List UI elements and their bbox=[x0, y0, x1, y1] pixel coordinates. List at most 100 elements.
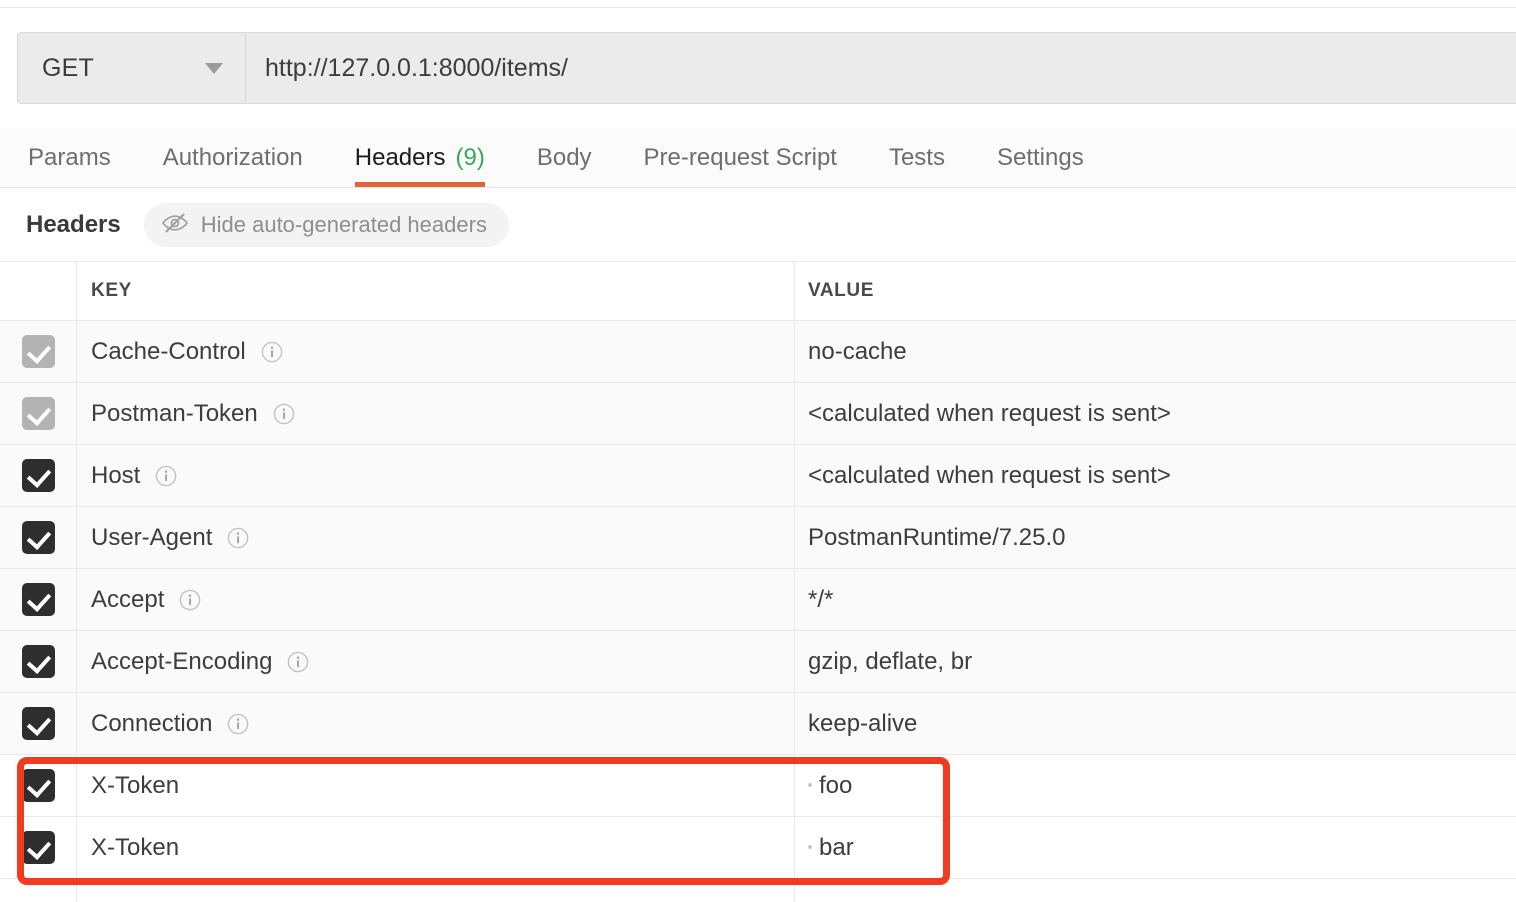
tab-params-label: Params bbox=[28, 143, 111, 171]
row-checkbox-cell bbox=[0, 321, 77, 382]
row-value-cell[interactable]: foo bbox=[795, 755, 1516, 816]
row-checkbox[interactable] bbox=[21, 831, 55, 864]
eye-off-icon bbox=[161, 213, 188, 238]
request-url-input[interactable]: http://127.0.0.1:8000/items/ bbox=[246, 33, 1516, 103]
tab-params[interactable]: Params bbox=[28, 128, 137, 187]
tab-body-label: Body bbox=[536, 143, 592, 171]
row-checkbox[interactable] bbox=[21, 521, 55, 554]
header-value-text: <calculated when request is sent> bbox=[808, 461, 1171, 489]
header-key-text: X-Token bbox=[91, 771, 180, 799]
row-checkbox[interactable] bbox=[21, 769, 55, 802]
new-row-checkbox-cell bbox=[0, 879, 77, 902]
row-checkbox[interactable] bbox=[21, 645, 55, 678]
row-checkbox-cell bbox=[0, 817, 77, 878]
table-row[interactable]: X-Token foo bbox=[0, 755, 1516, 817]
header-key-text: Connection bbox=[91, 709, 213, 737]
info-icon[interactable] bbox=[272, 402, 296, 426]
tab-authorization-label: Authorization bbox=[162, 143, 303, 171]
row-key-cell[interactable]: Accept-Encoding bbox=[77, 631, 795, 692]
table-row[interactable]: Host <calculated when request is sent> bbox=[0, 445, 1516, 507]
row-checkbox[interactable] bbox=[21, 707, 55, 740]
tab-pre-request-script[interactable]: Pre-request Script bbox=[644, 128, 863, 187]
column-header-value: VALUE bbox=[808, 280, 874, 301]
table-row[interactable]: Accept-Encoding gzip, deflate, br bbox=[0, 631, 1516, 693]
header-key-text: X-Token bbox=[91, 833, 180, 861]
table-row[interactable]: Connection keep-alive bbox=[0, 693, 1516, 755]
tab-body[interactable]: Body bbox=[537, 128, 618, 187]
leading-space-marker bbox=[808, 782, 812, 787]
info-icon[interactable] bbox=[286, 650, 310, 674]
header-key-text: User-Agent bbox=[91, 523, 213, 551]
top-divider bbox=[0, 7, 1516, 8]
row-key-cell[interactable]: User-Agent bbox=[77, 507, 795, 568]
row-checkbox-cell bbox=[0, 631, 77, 692]
request-url-bar: GET http://127.0.0.1:8000/items/ bbox=[17, 32, 1516, 104]
row-checkbox[interactable] bbox=[21, 583, 55, 616]
row-checkbox-cell bbox=[0, 569, 77, 630]
row-checkbox-cell bbox=[0, 445, 77, 506]
row-value-cell[interactable]: <calculated when request is sent> bbox=[795, 445, 1516, 506]
table-row[interactable]: User-Agent PostmanRuntime/7.25.0 bbox=[0, 507, 1516, 569]
row-checkbox[interactable] bbox=[21, 459, 55, 492]
header-key-text: Host bbox=[91, 461, 141, 489]
postman-request-pane: GET http://127.0.0.1:8000/items/ Params … bbox=[0, 0, 1516, 902]
info-icon[interactable] bbox=[226, 712, 250, 736]
tab-settings[interactable]: Settings bbox=[997, 128, 1110, 187]
row-value-cell[interactable]: bar bbox=[795, 817, 1516, 878]
row-checkbox[interactable] bbox=[21, 335, 55, 368]
tab-pre-request-script-label: Pre-request Script bbox=[643, 143, 837, 171]
http-method-select[interactable]: GET bbox=[18, 33, 246, 103]
row-key-cell[interactable]: Cache-Control bbox=[77, 321, 795, 382]
row-key-cell[interactable]: Accept bbox=[77, 569, 795, 630]
leading-space-marker bbox=[808, 844, 812, 849]
info-icon[interactable] bbox=[226, 526, 250, 550]
row-key-cell[interactable]: X-Token bbox=[77, 755, 795, 816]
table-row[interactable]: Postman-Token <calculated when request i… bbox=[0, 383, 1516, 445]
new-row-key-cell[interactable] bbox=[77, 879, 795, 902]
row-key-cell[interactable]: Host bbox=[77, 445, 795, 506]
headers-section-title: Headers bbox=[26, 211, 121, 238]
header-value-text: */* bbox=[808, 585, 834, 613]
row-value-cell[interactable]: */* bbox=[795, 569, 1516, 630]
header-value-text: gzip, deflate, br bbox=[808, 647, 973, 675]
table-header-value-cell: VALUE bbox=[795, 262, 1516, 320]
hide-auto-generated-headers-toggle[interactable]: Hide auto-generated headers bbox=[143, 203, 509, 247]
row-key-cell[interactable]: Postman-Token bbox=[77, 383, 795, 444]
row-checkbox-cell bbox=[0, 507, 77, 568]
table-row[interactable]: Cache-Control no-cache bbox=[0, 321, 1516, 383]
tab-headers-label: Headers bbox=[354, 143, 446, 171]
table-row[interactable]: X-Token bar bbox=[0, 817, 1516, 879]
header-value-text: PostmanRuntime/7.25.0 bbox=[808, 523, 1066, 551]
row-checkbox-cell bbox=[0, 693, 77, 754]
header-key-text: Postman-Token bbox=[91, 399, 258, 427]
tab-headers[interactable]: Headers (9) bbox=[354, 128, 511, 187]
row-checkbox-cell bbox=[0, 383, 77, 444]
chevron-down-icon bbox=[205, 62, 223, 74]
row-value-cell[interactable]: keep-alive bbox=[795, 693, 1516, 754]
table-header-checkbox-cell bbox=[0, 262, 77, 320]
row-value-cell[interactable]: no-cache bbox=[795, 321, 1516, 382]
row-checkbox[interactable] bbox=[21, 397, 55, 430]
row-key-cell[interactable]: Connection bbox=[77, 693, 795, 754]
header-value-text: <calculated when request is sent> bbox=[808, 399, 1171, 427]
info-icon[interactable] bbox=[154, 464, 178, 488]
request-tabs: Params Authorization Headers (9) Body Pr… bbox=[0, 128, 1516, 188]
new-row-value-cell[interactable] bbox=[795, 879, 1516, 902]
table-row[interactable]: Accept */* bbox=[0, 569, 1516, 631]
tab-tests[interactable]: Tests bbox=[889, 128, 971, 187]
header-value-text: no-cache bbox=[808, 337, 907, 365]
table-new-row[interactable] bbox=[0, 879, 1516, 902]
tab-settings-label: Settings bbox=[996, 143, 1084, 171]
tab-authorization[interactable]: Authorization bbox=[163, 128, 329, 187]
row-key-cell[interactable]: X-Token bbox=[77, 817, 795, 878]
info-icon[interactable] bbox=[260, 340, 284, 364]
row-value-cell[interactable]: gzip, deflate, br bbox=[795, 631, 1516, 692]
column-header-key: KEY bbox=[91, 280, 132, 301]
header-key-text: Accept-Encoding bbox=[91, 647, 273, 675]
info-icon[interactable] bbox=[178, 588, 202, 612]
row-value-cell[interactable]: <calculated when request is sent> bbox=[795, 383, 1516, 444]
header-value-text: foo bbox=[819, 771, 853, 799]
table-header-key-cell: KEY bbox=[77, 262, 795, 320]
row-value-cell[interactable]: PostmanRuntime/7.25.0 bbox=[795, 507, 1516, 568]
header-key-text: Cache-Control bbox=[91, 337, 246, 365]
